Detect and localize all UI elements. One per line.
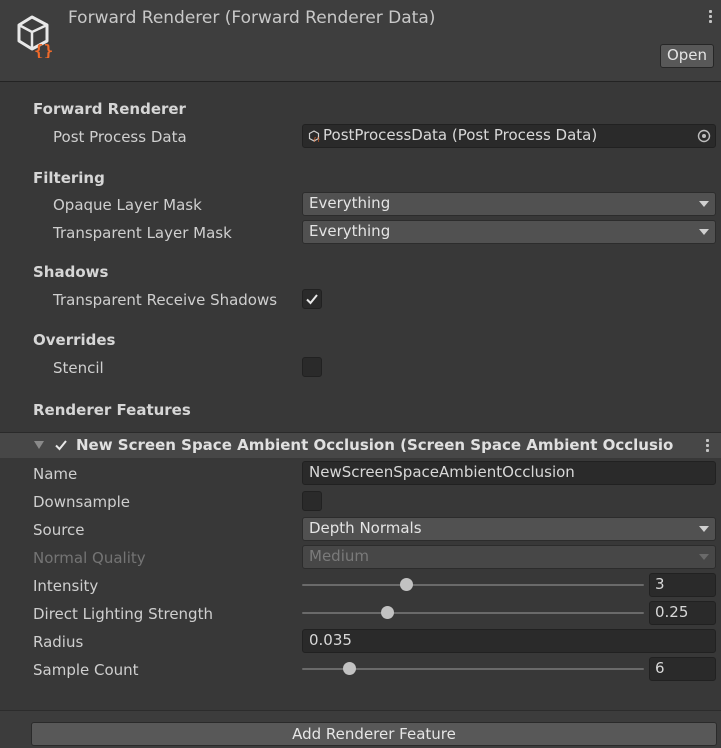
name-label: Name [33, 465, 78, 483]
section-overrides: Overrides [33, 331, 116, 349]
intensity-input[interactable]: 3 [649, 573, 716, 597]
section-forward-renderer: Forward Renderer [33, 100, 186, 118]
add-renderer-feature-button[interactable]: Add Renderer Feature [31, 722, 717, 746]
checkmark-icon [306, 294, 318, 305]
scriptable-object-icon: {} [17, 15, 53, 58]
intensity-label: Intensity [33, 577, 99, 595]
sample-count-slider-thumb[interactable] [343, 662, 357, 675]
source-value: Depth Normals [309, 519, 422, 537]
post-process-data-value: PostProcessData (Post Process Data) [323, 126, 598, 144]
normal-quality-value: Medium [309, 547, 369, 565]
renderer-feature-title: New Screen Space Ambient Occlusion (Scre… [76, 436, 674, 454]
open-button[interactable]: Open [660, 44, 714, 68]
section-shadows: Shadows [33, 263, 109, 281]
chevron-down-icon [699, 229, 709, 235]
transparent-layer-mask-label: Transparent Layer Mask [53, 224, 232, 242]
inspector-header: {} Forward Renderer (Forward Renderer Da… [0, 0, 721, 82]
stencil-label: Stencil [53, 359, 104, 377]
direct-lighting-strength-label: Direct Lighting Strength [33, 605, 213, 623]
transparent-layer-mask-value: Everything [309, 222, 391, 240]
object-picker-icon[interactable] [696, 128, 712, 144]
radius-label: Radius [33, 633, 84, 651]
downsample-label: Downsample [33, 493, 131, 511]
post-process-data-field[interactable]: {} PostProcessData (Post Process Data) [302, 124, 716, 148]
scriptable-object-icon: {} [308, 130, 320, 142]
normal-quality-dropdown: Medium [302, 545, 716, 569]
feature-enabled-checkbox[interactable] [53, 437, 69, 453]
radius-input[interactable]: 0.035 [302, 629, 716, 653]
transparent-receive-shadows-checkbox[interactable] [302, 289, 322, 309]
svg-text:{}: {} [313, 137, 320, 142]
sample-count-input[interactable]: 6 [649, 657, 716, 681]
source-label: Source [33, 521, 85, 539]
transparent-receive-shadows-label: Transparent Receive Shadows [53, 291, 278, 309]
opaque-layer-mask-dropdown[interactable]: Everything [302, 192, 716, 216]
kebab-menu-icon[interactable] [707, 10, 713, 28]
transparent-layer-mask-dropdown[interactable]: Everything [302, 220, 716, 244]
asset-title: Forward Renderer (Forward Renderer Data) [68, 8, 436, 28]
chevron-down-icon [699, 201, 709, 207]
svg-text:{}: {} [34, 41, 53, 58]
direct-lighting-input[interactable]: 0.25 [649, 601, 716, 625]
post-process-data-label: Post Process Data [53, 128, 187, 146]
downsample-checkbox[interactable] [302, 491, 322, 511]
renderer-feature-header[interactable]: New Screen Space Ambient Occlusion (Scre… [0, 432, 721, 458]
source-dropdown[interactable]: Depth Normals [302, 517, 716, 541]
section-renderer-features: Renderer Features [33, 401, 191, 419]
chevron-down-icon [699, 554, 709, 560]
stencil-checkbox[interactable] [302, 357, 322, 377]
name-input[interactable]: NewScreenSpaceAmbientOcclusion [302, 461, 716, 485]
section-filtering: Filtering [33, 169, 105, 187]
opaque-layer-mask-value: Everything [309, 194, 391, 212]
normal-quality-label: Normal Quality [33, 549, 146, 567]
intensity-slider-track[interactable] [302, 584, 644, 586]
kebab-menu-icon[interactable] [706, 439, 710, 454]
sample-count-label: Sample Count [33, 661, 139, 679]
foldout-arrow-icon[interactable] [34, 441, 44, 449]
direct-lighting-slider-track[interactable] [302, 612, 644, 614]
intensity-slider-thumb[interactable] [399, 578, 413, 591]
chevron-down-icon [699, 526, 709, 532]
direct-lighting-slider-thumb[interactable] [381, 606, 394, 619]
opaque-layer-mask-label: Opaque Layer Mask [53, 196, 202, 214]
